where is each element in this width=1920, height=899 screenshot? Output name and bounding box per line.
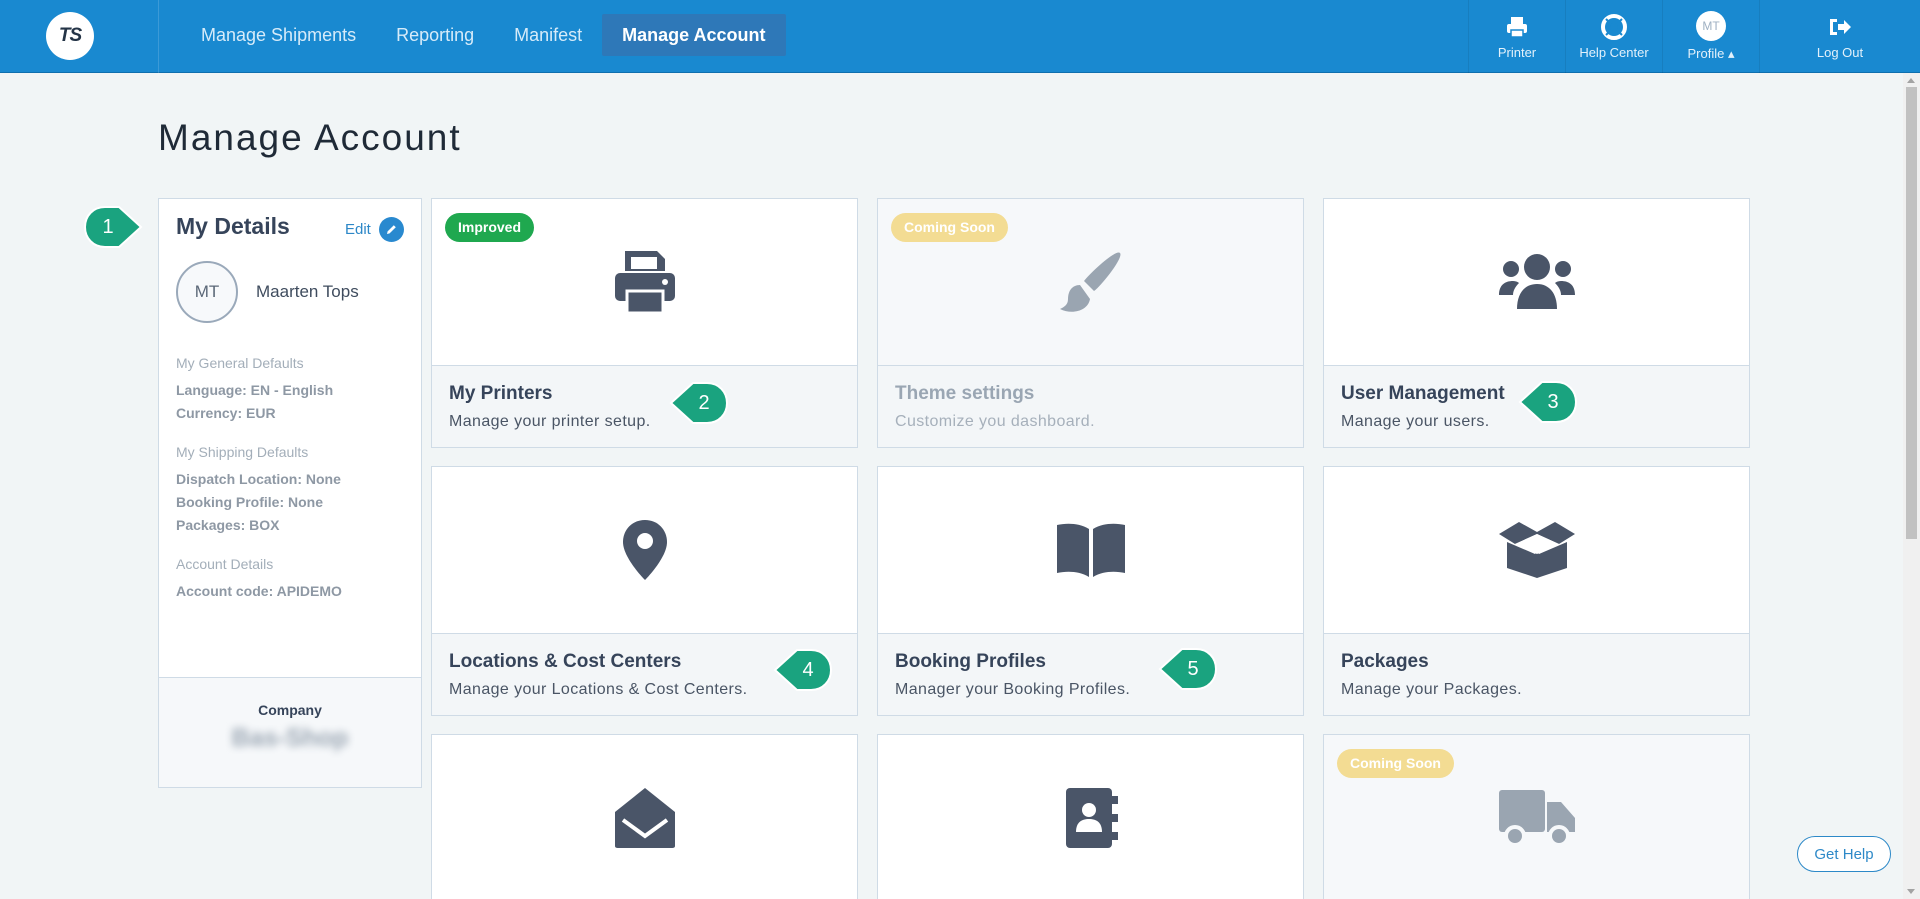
truck-icon — [1498, 790, 1575, 847]
step-marker-1: 1 — [83, 205, 143, 249]
coming-soon-badge: Coming Soon — [1337, 749, 1454, 778]
account-details-label: Account Details — [176, 556, 274, 572]
logo[interactable]: TS — [46, 12, 94, 60]
card-footer: Packages Manage your Packages. — [1324, 633, 1749, 715]
avatar: MT — [1696, 11, 1726, 41]
avatar: MT — [176, 261, 238, 323]
card-booking-profiles[interactable]: Booking Profiles Manager your Booking Pr… — [877, 466, 1304, 716]
card-icon-area — [1324, 199, 1749, 365]
page-title: Manage Account — [158, 117, 462, 158]
edit-label: Edit — [345, 221, 371, 238]
scrollbar[interactable] — [1903, 73, 1920, 899]
help-center-label: Help Center — [1579, 44, 1649, 60]
card-title: Theme settings — [895, 383, 1035, 404]
card-title: User Management — [1341, 383, 1505, 404]
step-marker-5: 5 — [1158, 647, 1218, 691]
paintbrush-icon — [1059, 252, 1120, 312]
card-address-book[interactable] — [877, 734, 1304, 899]
currency-value: Currency: EUR — [176, 405, 276, 421]
card-icon-area — [432, 467, 857, 633]
card-carriers: Coming Soon — [1323, 734, 1750, 899]
company-section: Company Bas-Shop — [159, 677, 421, 787]
card-icon-area — [1324, 467, 1749, 633]
card-description: Manage your printer setup. — [449, 413, 651, 430]
scroll-down-icon[interactable] — [1907, 889, 1915, 894]
company-label: Company — [258, 702, 322, 718]
printer-label: Printer — [1497, 44, 1537, 60]
scroll-up-icon[interactable] — [1907, 78, 1915, 83]
card-description: Customize you dashboard. — [895, 413, 1095, 430]
step-marker-2: 2 — [669, 381, 729, 425]
edit-details-button[interactable]: Edit — [345, 217, 404, 242]
card-description: Manage your users. — [1341, 413, 1490, 430]
step-number: 5 — [1187, 657, 1199, 680]
card-email-settings[interactable] — [431, 734, 858, 899]
pencil-icon — [378, 217, 404, 242]
profile-button[interactable]: MT Profile ▴ — [1662, 0, 1759, 73]
account-code-value: Account code: APIDEMO — [176, 583, 342, 599]
envelope-open-icon — [614, 788, 675, 848]
card-title: Packages — [1341, 651, 1429, 672]
card-theme-settings: Coming Soon Theme settings Customize you… — [877, 198, 1304, 448]
printer-button[interactable]: Printer — [1468, 0, 1565, 73]
logout-button[interactable]: Log Out — [1759, 0, 1920, 73]
user-name: Maarten Tops — [256, 282, 359, 301]
book-open-icon — [1056, 523, 1125, 577]
logout-label: Log Out — [1816, 44, 1864, 60]
card-icon-area — [878, 467, 1303, 633]
nav-reporting[interactable]: Reporting — [376, 14, 494, 56]
step-number: 3 — [1547, 390, 1559, 413]
logo-text: TS — [58, 25, 82, 46]
card-title: My Printers — [449, 383, 553, 404]
address-book-icon — [1065, 788, 1118, 848]
nav-manage-shipments[interactable]: Manage Shipments — [181, 14, 376, 56]
life-ring-icon — [1601, 13, 1627, 40]
card-title: Booking Profiles — [895, 651, 1046, 672]
card-icon-area — [432, 735, 857, 899]
coming-soon-badge: Coming Soon — [891, 213, 1008, 242]
card-packages[interactable]: Packages Manage your Packages. — [1323, 466, 1750, 716]
step-number: 1 — [102, 215, 114, 238]
card-description: Manage your Packages. — [1341, 681, 1522, 698]
details-heading: My Details — [176, 213, 290, 239]
sign-out-icon — [1827, 14, 1853, 40]
card-footer: Theme settings Customize you dashboard. — [878, 365, 1303, 447]
profile-label: Profile ▴ — [1687, 46, 1735, 61]
step-number: 2 — [698, 391, 710, 414]
card-description: Manage your Locations & Cost Centers. — [449, 681, 748, 698]
nav-manage-account[interactable]: Manage Account — [602, 14, 786, 56]
shipping-defaults-label: My Shipping Defaults — [176, 444, 309, 460]
printer-icon — [614, 251, 675, 315]
step-number: 4 — [802, 658, 814, 681]
card-footer: My Printers Manage your printer setup. — [432, 365, 857, 447]
card-icon-area — [878, 735, 1303, 899]
improved-badge: Improved — [445, 213, 535, 242]
scrollbar-thumb[interactable] — [1906, 87, 1917, 539]
my-details-panel: My Details Edit MT Maarten Tops My Gener… — [158, 198, 422, 788]
card-description: Manager your Booking Profiles. — [895, 681, 1131, 698]
dispatch-value: Dispatch Location: None — [176, 471, 341, 487]
printer-icon — [1504, 14, 1530, 40]
divider — [158, 0, 159, 73]
nav-manifest[interactable]: Manifest — [494, 14, 602, 56]
get-help-button[interactable]: Get Help — [1797, 836, 1891, 872]
language-value: Language: EN - English — [176, 382, 334, 398]
company-name: Bas-Shop — [231, 724, 349, 752]
header-tools: Printer Help Center MT Profile ▴ Log Out — [1468, 0, 1920, 73]
general-defaults-label: My General Defaults — [176, 355, 304, 371]
top-navigation-bar: TS Manage Shipments Reporting Manifest M… — [0, 0, 1920, 73]
box-open-icon — [1498, 522, 1575, 578]
step-marker-3: 3 — [1518, 380, 1578, 424]
booking-profile-value: Booking Profile: None — [176, 494, 323, 510]
user-info: MT Maarten Tops — [176, 261, 359, 323]
packages-value: Packages: BOX — [176, 517, 280, 533]
main-nav: Manage Shipments Reporting Manifest Mana… — [181, 14, 786, 56]
map-marker-icon — [622, 520, 667, 580]
help-center-button[interactable]: Help Center — [1565, 0, 1662, 73]
card-title: Locations & Cost Centers — [449, 651, 682, 672]
step-marker-4: 4 — [773, 648, 833, 692]
card-my-printers[interactable]: Improved My Printers Manage your printer… — [431, 198, 858, 448]
users-icon — [1498, 254, 1575, 309]
card-footer: Booking Profiles Manager your Booking Pr… — [878, 633, 1303, 715]
